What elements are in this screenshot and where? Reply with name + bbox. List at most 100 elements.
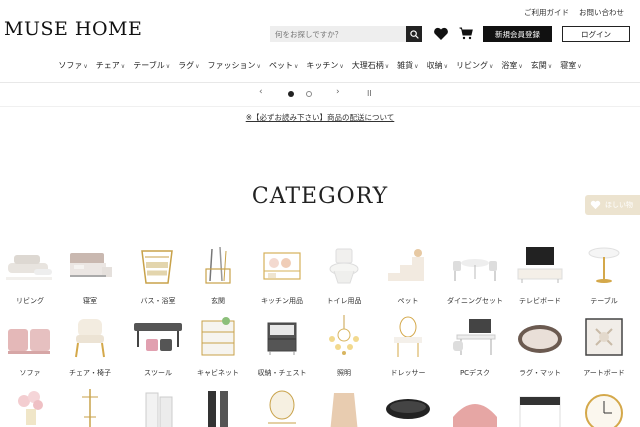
- nav-label: ペット: [268, 61, 293, 70]
- category-entrance[interactable]: 玄関: [188, 243, 248, 306]
- chevron-down-icon: ∨: [195, 63, 200, 70]
- mirror-shelf-image: [268, 390, 296, 424]
- category-tv-board[interactable]: テレビボード: [510, 243, 570, 306]
- nav-label: テーブル: [133, 61, 165, 70]
- umbrella-stand-image: [205, 246, 231, 284]
- art-board-image: [585, 318, 623, 356]
- category-cabinet[interactable]: キャビネット: [188, 315, 248, 378]
- chevron-down-icon: ∨: [83, 63, 88, 70]
- heart-icon[interactable]: [433, 27, 449, 41]
- category-bath[interactable]: バス・浴室: [128, 243, 188, 306]
- toilet-image: [329, 248, 359, 284]
- divider: [0, 82, 640, 83]
- nav-item-living[interactable]: リビング∨: [456, 60, 493, 74]
- category-bedroom[interactable]: 寝室: [60, 243, 120, 306]
- nav-label: リビング: [455, 61, 488, 70]
- category-label: ソファ: [19, 369, 41, 377]
- slider-pause-button[interactable]: II: [367, 89, 372, 98]
- category-chest[interactable]: 収納・チェスト: [252, 315, 312, 378]
- category-heading: CATEGORY: [251, 184, 389, 209]
- cart-icon[interactable]: [459, 27, 473, 40]
- nav-item-sofa[interactable]: ソファ∨: [58, 60, 87, 74]
- category-item-row3[interactable]: [0, 387, 60, 427]
- category-living[interactable]: リビング: [0, 243, 60, 306]
- chevron-down-icon: ∨: [488, 63, 494, 70]
- clothing-image: [330, 393, 358, 427]
- nav-item-bedroom[interactable]: 寝室∨: [560, 60, 581, 74]
- wishlist-tab[interactable]: ほしい物: [585, 195, 640, 215]
- nav-item-goods[interactable]: 雑貨∨: [397, 60, 418, 74]
- category-item-row3[interactable]: [445, 387, 505, 427]
- nav-item-marble[interactable]: 大理石柄∨: [352, 60, 389, 74]
- category-label: 寝室: [83, 297, 97, 305]
- pet-stairs-image: [388, 249, 424, 281]
- category-label: 玄関: [211, 297, 225, 305]
- nav-label: チェア: [95, 61, 120, 70]
- category-label: スツール: [144, 369, 172, 377]
- nav-item-table[interactable]: テーブル∨: [133, 60, 170, 74]
- category-table[interactable]: テーブル: [574, 243, 634, 306]
- nav-label: 雑貨: [397, 61, 414, 70]
- nav-item-storage[interactable]: 収納∨: [427, 60, 448, 74]
- bedding-image: [519, 396, 561, 427]
- category-item-row3[interactable]: [378, 387, 438, 427]
- chevron-down-icon: ∨: [293, 63, 299, 70]
- nav-item-rug[interactable]: ラグ∨: [178, 60, 199, 74]
- slider-dot-active[interactable]: [288, 91, 294, 97]
- nav-item-kitchen[interactable]: キッチン∨: [306, 60, 343, 74]
- chevron-down-icon: ∨: [443, 63, 448, 70]
- coat-rack-image: [82, 389, 98, 427]
- category-item-row3[interactable]: [188, 387, 248, 427]
- site-logo[interactable]: MUSE HOME: [4, 18, 142, 40]
- category-pc-desk[interactable]: PCデスク: [445, 315, 505, 378]
- marble-bin-image: [145, 392, 173, 427]
- category-item-row3[interactable]: [314, 387, 374, 427]
- category-rug-mat[interactable]: ラグ・マット: [510, 315, 570, 378]
- category-art-board[interactable]: アートボード: [574, 315, 634, 378]
- category-item-row3[interactable]: [510, 387, 570, 427]
- register-button[interactable]: 新規会員登録: [483, 26, 552, 42]
- nav-label: ラグ: [178, 61, 195, 70]
- category-chair[interactable]: チェア・椅子: [60, 315, 120, 378]
- chandelier-image: [329, 315, 359, 355]
- category-label: バス・浴室: [140, 297, 176, 305]
- category-item-row3[interactable]: [60, 387, 120, 427]
- category-item-row3[interactable]: [574, 387, 634, 427]
- guide-link[interactable]: ご利用ガイド: [524, 7, 569, 18]
- nav-item-entrance[interactable]: 玄関∨: [531, 60, 552, 74]
- shipping-notice-link[interactable]: ※【必ずお読み下さい】商品の配送について: [0, 112, 640, 123]
- category-sofa[interactable]: ソファ: [0, 315, 60, 378]
- wishlist-label: ほしい物: [605, 201, 633, 209]
- nav-item-bath[interactable]: 浴室∨: [501, 60, 522, 74]
- category-dresser[interactable]: ドレッサー: [378, 315, 438, 378]
- nav-item-pet[interactable]: ペット∨: [269, 60, 298, 74]
- chest-image: [267, 322, 297, 355]
- category-toilet[interactable]: トイレ用品: [314, 243, 374, 306]
- category-item-row3[interactable]: [252, 387, 312, 427]
- category-stool[interactable]: スツール: [128, 315, 188, 378]
- bed-image: [70, 253, 112, 277]
- category-dining-set[interactable]: ダイニングセット: [445, 243, 505, 306]
- chevron-down-icon: ∨: [120, 63, 126, 70]
- chevron-down-icon: ∨: [384, 63, 390, 70]
- category-kitchen[interactable]: キッチン用品: [252, 243, 312, 306]
- category-label: ラグ・マット: [519, 369, 561, 377]
- search-bar: [270, 26, 422, 42]
- nav-item-chair[interactable]: チェア∨: [96, 60, 125, 74]
- search-input[interactable]: [270, 26, 406, 42]
- slider-prev-button[interactable]: ‹: [259, 87, 263, 97]
- category-item-row3[interactable]: [128, 387, 188, 427]
- slider-next-button[interactable]: ›: [336, 87, 340, 97]
- category-label: PCデスク: [459, 369, 491, 377]
- login-button[interactable]: ログイン: [562, 26, 630, 42]
- search-button[interactable]: [406, 26, 422, 42]
- category-pet[interactable]: ペット: [378, 243, 438, 306]
- dresser-image: [394, 316, 422, 357]
- contact-link[interactable]: お問い合わせ: [579, 7, 624, 18]
- wall-clock-image: [585, 394, 623, 427]
- round-table-image: [588, 247, 620, 283]
- nav-item-fashion[interactable]: ファッション∨: [208, 60, 261, 74]
- slider-dot[interactable]: [306, 91, 312, 97]
- category-label: リビング: [16, 297, 44, 305]
- category-lighting[interactable]: 照明: [314, 315, 374, 378]
